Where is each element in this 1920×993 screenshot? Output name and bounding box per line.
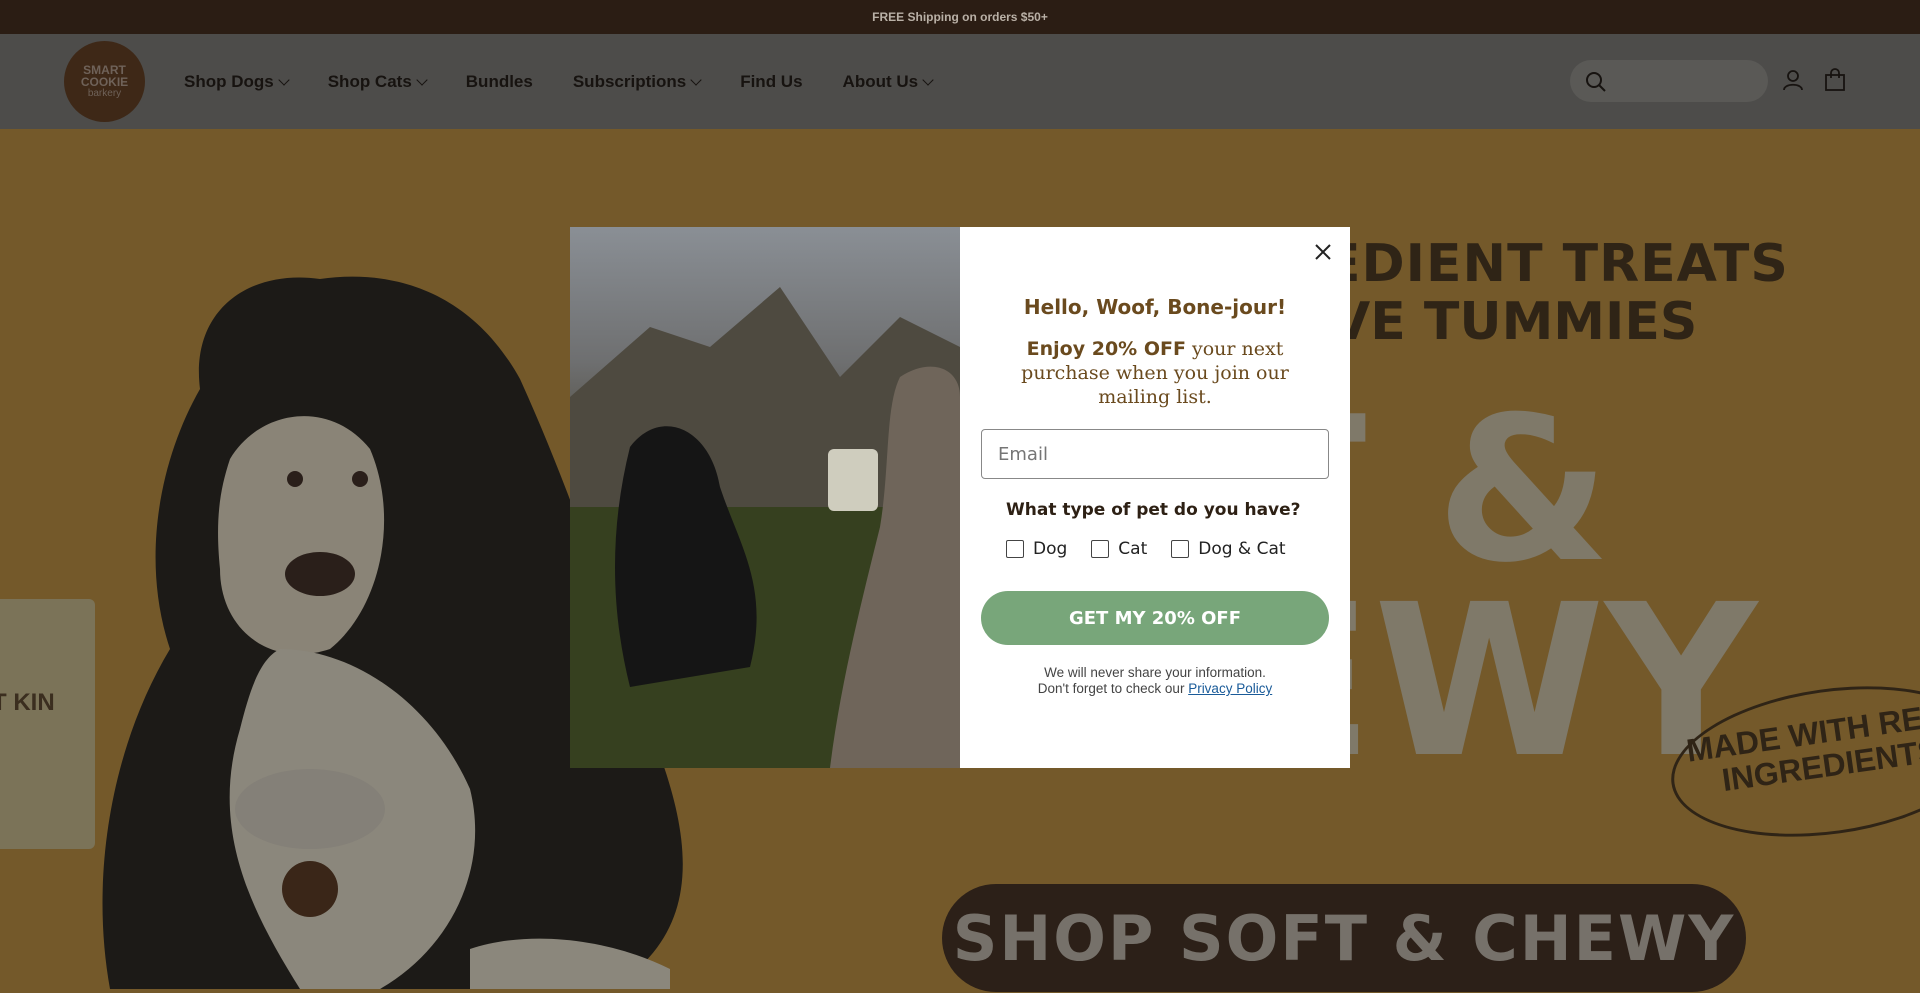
announcement-text: FREE Shipping on orders $50+ xyxy=(872,10,1048,24)
privacy-line2: Don't forget to check our Privacy Policy xyxy=(960,681,1350,697)
nav-shop-dogs[interactable]: Shop Dogs xyxy=(184,71,290,92)
get-discount-button[interactable]: GET MY 20% OFF xyxy=(981,591,1329,645)
nav-label: About Us xyxy=(842,71,919,91)
modal-title: Hello, Woof, Bone-jour! xyxy=(1023,295,1287,319)
privacy-line2-text: Don't forget to check our xyxy=(1037,681,1189,696)
nav-label: Shop Dogs xyxy=(184,71,274,91)
search-input[interactable] xyxy=(1570,60,1768,102)
chevron-down-icon xyxy=(690,73,702,86)
main-nav: Shop Dogs Shop Cats Bundles Subscription… xyxy=(184,34,934,129)
nav-shop-cats[interactable]: Shop Cats xyxy=(327,71,428,92)
nav-subscriptions[interactable]: Subscriptions xyxy=(572,71,702,92)
nav-label: Subscriptions xyxy=(572,71,687,91)
nav-find-us[interactable]: Find Us xyxy=(740,72,802,92)
logo[interactable]: SMART COOKIE barkery xyxy=(64,41,145,122)
hero-headline-1: EDIENT TREATS xyxy=(1325,234,1789,294)
signup-modal: Hello, Woof, Bone-jour! Enjoy 20% OFF yo… xyxy=(960,227,1350,768)
option-label: Dog xyxy=(1033,539,1068,559)
nav-bundles[interactable]: Bundles xyxy=(466,72,533,92)
pet-option-dog[interactable]: Dog xyxy=(1006,539,1067,559)
offer-strong: Enjoy 20% OFF xyxy=(1026,338,1186,360)
email-field[interactable] xyxy=(981,429,1329,479)
shop-soft-chewy-button[interactable]: SHOP SOFT & CHEWY xyxy=(942,884,1746,992)
chevron-down-icon xyxy=(922,73,934,86)
option-label: Dog & Cat xyxy=(1198,539,1286,559)
nav-label: Find Us xyxy=(740,71,803,91)
checkbox[interactable] xyxy=(1006,540,1024,558)
modal-offer-text: Enjoy 20% OFF your next purchase when yo… xyxy=(990,337,1320,409)
pet-options: Dog Cat Dog & Cat xyxy=(1006,539,1286,559)
chevron-down-icon xyxy=(416,73,428,86)
privacy-policy-link[interactable]: Privacy Policy xyxy=(1188,681,1272,696)
nav-label: Bundles xyxy=(465,71,533,91)
checkbox[interactable] xyxy=(1171,540,1190,558)
close-icon[interactable] xyxy=(1310,239,1336,265)
logo-line2: COOKIE xyxy=(80,74,129,89)
nav-about-us[interactable]: About Us xyxy=(842,71,934,92)
modal-photo-scene xyxy=(570,287,960,768)
option-label: Cat xyxy=(1118,539,1148,559)
account-icon[interactable] xyxy=(1781,68,1805,92)
cart-icon[interactable] xyxy=(1824,68,1846,92)
chevron-down-icon xyxy=(278,73,290,86)
pet-question: What type of pet do you have? xyxy=(1006,500,1301,520)
pet-option-dog-cat[interactable]: Dog & Cat xyxy=(1171,539,1286,559)
search-icon[interactable] xyxy=(1584,70,1608,94)
hero-headline-2: VE TUMMIES xyxy=(1330,292,1698,352)
checkbox[interactable] xyxy=(1091,540,1110,558)
pet-option-cat[interactable]: Cat xyxy=(1091,539,1147,559)
privacy-note: We will never share your information. Do… xyxy=(960,665,1350,697)
modal-photo xyxy=(570,227,960,768)
logo-line1: SMART xyxy=(83,62,126,77)
logo-line3: barkery xyxy=(87,87,122,99)
privacy-line1: We will never share your information. xyxy=(1044,665,1266,680)
announcement-bar: FREE Shipping on orders $50+ xyxy=(0,0,1920,34)
nav-label: Shop Cats xyxy=(327,71,412,91)
site-header: SMART COOKIE barkery Shop Dogs Shop Cats… xyxy=(0,34,1920,129)
